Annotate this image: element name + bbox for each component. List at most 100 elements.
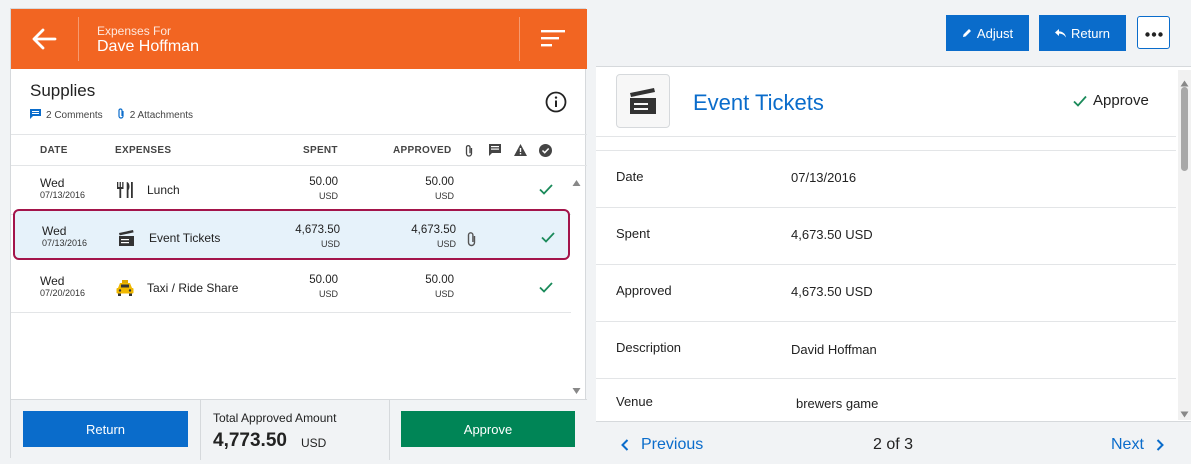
attachment-icon <box>466 231 478 247</box>
approved-check-icon <box>538 279 554 295</box>
header-divider <box>78 17 79 61</box>
row-day: Wed <box>40 176 65 190</box>
field-value: 4,673.50 USD <box>791 284 873 299</box>
fork-knife-icon <box>115 181 135 199</box>
comments-link[interactable]: 2 Comments <box>46 110 103 121</box>
header-divider <box>519 17 520 61</box>
next-label: Next <box>1111 436 1144 453</box>
total-label: Total Approved Amount <box>213 411 337 425</box>
info-icon[interactable] <box>545 91 567 113</box>
clapperboard-icon <box>117 229 137 247</box>
reply-arrow-icon <box>1054 28 1066 38</box>
detail-title: Event Tickets <box>693 90 824 115</box>
report-header: Expenses For Dave Hoffman <box>11 9 587 69</box>
approve-button[interactable]: Approve <box>401 411 575 447</box>
attachment-column-icon <box>464 144 474 160</box>
field-date: Date 07/13/2016 <box>596 151 1176 208</box>
detail-approve-toggle[interactable]: Approve <box>1073 92 1149 109</box>
previous-button[interactable]: Previous <box>621 436 703 454</box>
detail-pager: Previous 2 of 3 Next <box>596 421 1191 464</box>
toolbar-return-label: Return <box>1070 25 1111 41</box>
field-key: Spent <box>616 226 650 241</box>
more-options-button[interactable] <box>1137 16 1170 49</box>
employee-name: Dave Hoffman <box>97 38 199 55</box>
field-value: David Hoffman <box>791 342 877 357</box>
back-arrow-icon[interactable] <box>29 25 59 53</box>
row-approved: 50.00 <box>425 274 454 286</box>
adjust-button[interactable]: Adjust <box>946 15 1029 51</box>
return-button[interactable]: Return <box>23 411 188 447</box>
taxi-icon <box>115 279 135 297</box>
comment-icon <box>30 108 41 122</box>
row-spent-currency: USD <box>318 289 338 299</box>
header-subtitle: Expenses For <box>97 24 172 38</box>
report-title: Supplies <box>30 81 96 100</box>
expense-row-lunch[interactable]: Wed 07/13/2016 Lunch 50.00 USD 50.00 USD <box>11 166 571 215</box>
row-approved-currency: USD <box>434 289 454 299</box>
row-spent: 50.00 <box>309 176 338 188</box>
row-date: 07/13/2016 <box>40 190 86 200</box>
row-date: 07/20/2016 <box>40 288 86 298</box>
field-venue: Venue brewers game <box>596 379 1176 421</box>
detail-toolbar: Adjust Return <box>596 0 1191 67</box>
report-meta: 2 Comments 2 Attachments <box>30 108 193 122</box>
table-header: DATE EXPENSES SPENT APPROVED <box>11 134 587 166</box>
sort-filter-icon[interactable] <box>541 28 565 48</box>
row-spent-currency: USD <box>318 191 338 201</box>
more-dots-icon <box>1144 24 1163 42</box>
row-approved-currency: USD <box>436 239 456 249</box>
toolbar-return-button[interactable]: Return <box>1039 15 1126 51</box>
page-position: 2 of 3 <box>873 436 914 453</box>
scroll-up-arrow-icon[interactable] <box>572 174 581 186</box>
adjust-label: Adjust <box>976 25 1014 41</box>
row-day: Wed <box>40 274 65 288</box>
total-currency: USD <box>301 436 327 450</box>
field-approved: Approved 4,673.50 USD <box>596 265 1176 322</box>
clapperboard-icon <box>616 74 670 128</box>
detail-header: Event Tickets Approve <box>596 68 1176 137</box>
detail-approve-label: Approve <box>1093 92 1149 109</box>
expense-row-taxi[interactable]: Wed 07/20/2016 Taxi / Ride Share 50.00 U… <box>11 264 571 313</box>
chevron-left-icon <box>621 439 629 451</box>
next-button[interactable]: Next <box>1111 436 1164 454</box>
field-value: 4,673.50 USD <box>791 227 873 242</box>
status-column-icon <box>539 144 552 160</box>
column-spent: SPENT <box>303 145 338 156</box>
column-approved: APPROVED <box>393 145 452 156</box>
attachments-link[interactable]: 2 Attachments <box>130 110 193 121</box>
row-spent-currency: USD <box>320 239 340 249</box>
approved-check-icon <box>540 229 556 245</box>
row-label: Lunch <box>147 183 180 197</box>
field-key: Approved <box>616 283 672 298</box>
comment-column-icon <box>489 144 501 159</box>
approved-check-icon <box>538 181 554 197</box>
total-value: 4,773.50 <box>213 430 287 451</box>
chevron-right-icon <box>1156 439 1164 451</box>
row-approved: 50.00 <box>425 176 454 188</box>
scroll-down-arrow-icon[interactable] <box>572 382 581 394</box>
pencil-icon <box>962 28 972 38</box>
row-label: Event Tickets <box>149 231 221 245</box>
field-spent: Spent 4,673.50 USD <box>596 208 1176 265</box>
field-value: brewers game <box>796 396 879 411</box>
column-date: DATE <box>40 145 68 156</box>
detail-scrollbar[interactable] <box>1178 70 1191 420</box>
scrollbar-thumb[interactable] <box>1181 87 1188 171</box>
field-key: Description <box>616 340 682 355</box>
row-label: Taxi / Ride Share <box>147 281 239 295</box>
field-description: Description David Hoffman <box>596 322 1176 379</box>
field-value: 07/13/2016 <box>791 170 857 185</box>
row-day: Wed <box>42 224 67 238</box>
row-spent: 50.00 <box>309 274 338 286</box>
paperclip-icon <box>117 108 125 122</box>
expense-detail-panel: Adjust Return Event Tickets Approve Date… <box>596 0 1191 464</box>
expense-row-event-tickets[interactable]: Wed 07/13/2016 Event Tickets 4,673.50 US… <box>13 209 570 260</box>
expense-report-panel: Expenses For Dave Hoffman Supplies 2 Com… <box>10 8 587 460</box>
previous-label: Previous <box>641 436 704 453</box>
row-date: 07/13/2016 <box>42 238 88 248</box>
field-key: Date <box>616 169 644 184</box>
detail-fields: Date 07/13/2016 Spent 4,673.50 USD Appro… <box>596 150 1176 421</box>
row-approved: 4,673.50 <box>411 224 456 236</box>
report-footer: Return Total Approved Amount 4,773.50 US… <box>11 399 587 460</box>
field-key: Venue <box>616 394 653 409</box>
